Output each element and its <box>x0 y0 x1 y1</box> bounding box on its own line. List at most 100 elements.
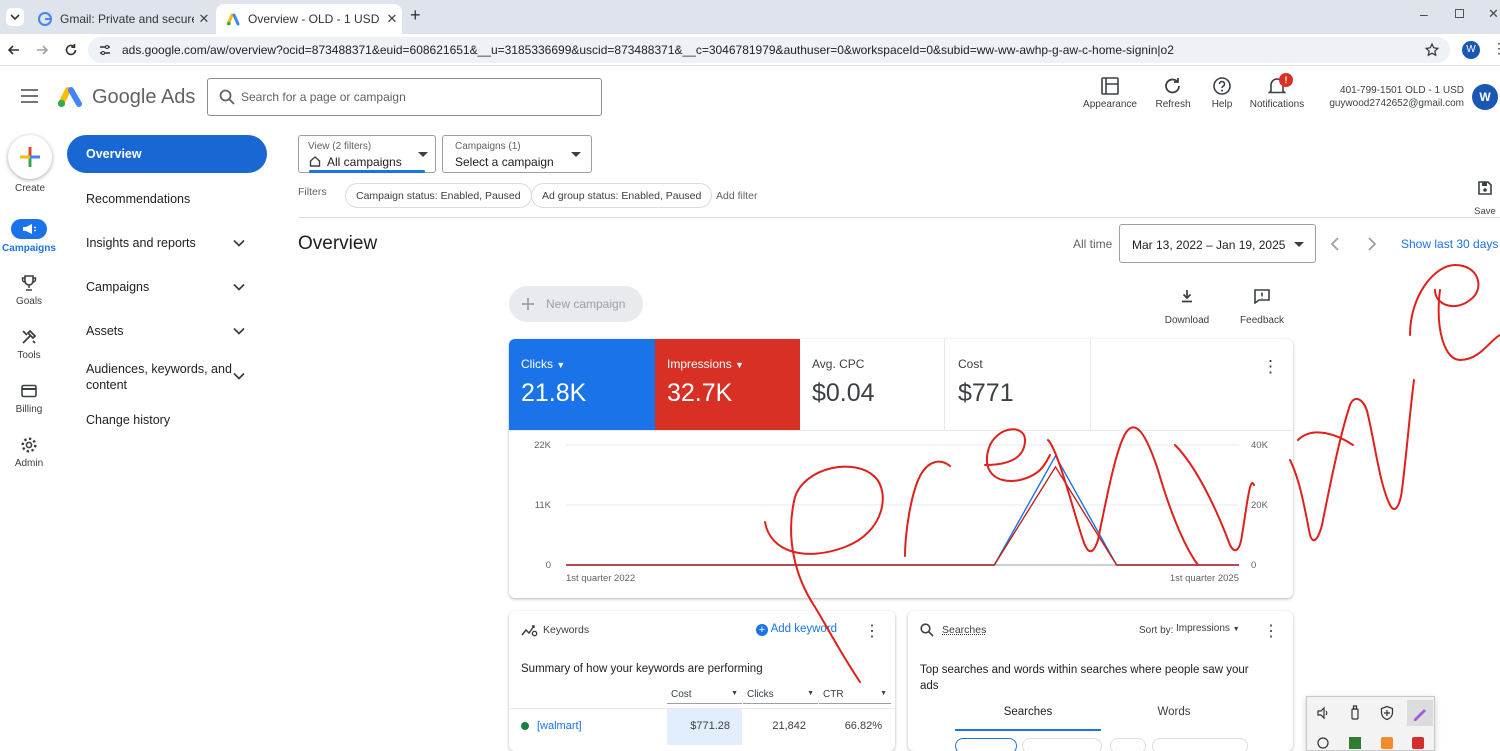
search-input[interactable]: Search for a page or campaign <box>207 78 602 116</box>
metric-avg-cpc[interactable]: Avg. CPC $0.04 <box>800 339 945 430</box>
date-range-picker[interactable]: Mar 13, 2022 – Jan 19, 2025 <box>1119 224 1316 263</box>
chevron-down-icon[interactable] <box>232 236 246 250</box>
column-header-clicks[interactable]: Clicks ▼ <box>743 682 818 704</box>
forward-icon[interactable] <box>34 42 50 58</box>
dropdown-arrow-icon[interactable]: ▼ <box>735 360 744 370</box>
tray-app-icon[interactable] <box>1349 737 1361 749</box>
nav-recommendations[interactable]: Recommendations <box>86 192 190 206</box>
chevron-down-icon[interactable] <box>232 369 246 383</box>
new-tab-button[interactable]: + <box>410 5 421 26</box>
filter-pill[interactable] <box>1152 738 1248 751</box>
column-header-ctr[interactable]: CTR ▼ <box>819 682 891 704</box>
rail-tools[interactable]: Tools <box>0 328 58 361</box>
restore-window-icon[interactable] <box>1455 9 1464 18</box>
security-shield-icon[interactable] <box>1379 705 1395 721</box>
download-button[interactable]: Download <box>1160 288 1214 328</box>
column-header-cost[interactable]: Cost ▼ <box>667 682 742 704</box>
metric-cost[interactable]: Cost $771 <box>946 339 1091 430</box>
chevron-down-icon[interactable] <box>232 280 246 294</box>
close-window-icon[interactable]: ✕ <box>1488 6 1499 22</box>
sort-by-dropdown[interactable]: Impressions ▼ <box>1176 623 1240 634</box>
minimize-window-icon[interactable]: – <box>1420 6 1428 22</box>
help-button[interactable]: Help <box>1205 77 1239 110</box>
new-campaign-button[interactable]: New campaign <box>509 286 643 322</box>
filter-pill[interactable] <box>955 738 1017 751</box>
add-keyword-button[interactable]: + Add keyword <box>756 623 837 636</box>
searches-more-options-icon[interactable]: ⋮ <box>1263 621 1279 641</box>
account-name: 401-799-1501 OLD - 1 USD <box>1340 85 1464 96</box>
campaign-selector-dropdown[interactable]: Campaigns (1) Select a campaign <box>442 135 592 173</box>
tray-app-icon[interactable] <box>1412 737 1424 749</box>
filter-chip-ad-group-status[interactable]: Ad group status: Enabled, Paused <box>531 183 713 208</box>
nav-assets[interactable]: Assets <box>86 324 124 338</box>
back-icon[interactable] <box>6 42 22 58</box>
tray-app-icon[interactable] <box>1381 737 1393 749</box>
chevron-left-icon[interactable] <box>1328 236 1342 252</box>
address-bar[interactable]: ads.google.com/aw/overview?ocid=87348837… <box>88 37 1450 63</box>
network-icon[interactable] <box>1317 737 1329 749</box>
pen-tray-item[interactable] <box>1407 700 1433 726</box>
nav-insights-and-reports[interactable]: Insights and reports <box>86 236 196 250</box>
nav-campaigns[interactable]: Campaigns <box>86 280 149 294</box>
series-line-impressions <box>566 465 1239 566</box>
chart-more-options-icon[interactable]: ⋮ <box>1262 357 1279 377</box>
dropdown-arrow-icon: ▼ <box>807 690 814 697</box>
performance-line-chart: 0 0 11K 20K 22K 40K 1st quarter 2022 1st quarte… <box>534 440 1269 584</box>
browser-profile-avatar[interactable]: W <box>1462 41 1480 59</box>
bookmark-star-icon[interactable] <box>1424 42 1440 58</box>
rail-goals[interactable]: Goals <box>0 274 58 307</box>
refresh-button[interactable]: Refresh <box>1150 77 1196 110</box>
account-info[interactable]: 401-799-1501 OLD - 1 USD guywood2742652@… <box>1318 84 1464 110</box>
speaker-icon[interactable] <box>1316 706 1330 720</box>
site-settings-icon[interactable] <box>98 43 112 57</box>
searches-summary-line1: Top searches and words within searches w… <box>920 664 1249 676</box>
chevron-right-icon[interactable] <box>1365 236 1379 252</box>
google-ads-logo-icon <box>57 87 82 108</box>
appearance-button[interactable]: Appearance <box>1080 77 1140 110</box>
show-last-30-days-button[interactable]: Show last 30 days <box>1401 237 1498 251</box>
dropdown-arrow-icon <box>418 152 428 157</box>
metric-clicks[interactable]: Clicks ▼ 21.8K <box>509 339 655 430</box>
browser-tab-google-ads[interactable]: Overview - OLD - 1 USD - Google Ads ✕ <box>216 4 402 34</box>
filter-pill[interactable] <box>1022 738 1102 751</box>
close-tab-icon[interactable]: ✕ <box>382 11 402 27</box>
column-header-label: CTR <box>823 689 844 700</box>
close-tab-icon[interactable]: ✕ <box>194 11 214 27</box>
save-button[interactable]: Save <box>1470 180 1500 219</box>
view-filter-dropdown[interactable]: View (2 filters) All campaigns <box>298 135 436 173</box>
cost-cell: $771.28 <box>667 709 742 745</box>
nav-change-history[interactable]: Change history <box>86 413 170 427</box>
nav-audiences-keywords-content[interactable]: Audiences, keywords, and content <box>86 361 232 393</box>
rail-campaigns[interactable]: Campaigns <box>0 219 58 254</box>
keywords-card-title: Keywords <box>543 624 590 636</box>
filter-pill[interactable] <box>1110 738 1146 751</box>
rail-admin[interactable]: Admin <box>0 436 58 469</box>
feedback-icon <box>1254 289 1270 304</box>
feedback-button[interactable]: Feedback <box>1237 288 1287 328</box>
metric-impressions[interactable]: Impressions ▼ 32.7K <box>655 339 800 430</box>
searches-card-title[interactable]: Searches <box>942 624 986 636</box>
keywords-more-options-icon[interactable]: ⋮ <box>864 621 880 641</box>
filter-chip-campaign-status[interactable]: Campaign status: Enabled, Paused <box>345 183 532 208</box>
main-menu-icon[interactable] <box>21 89 39 103</box>
usb-device-icon[interactable] <box>1348 705 1362 721</box>
nav-overview[interactable]: Overview <box>67 135 267 173</box>
rail-goals-label: Goals <box>15 296 43 307</box>
add-filter-button[interactable]: Add filter <box>716 190 757 202</box>
reload-icon[interactable] <box>63 42 79 58</box>
browser-menu-icon[interactable]: ⋮ <box>1492 40 1500 57</box>
account-avatar[interactable]: W <box>1472 84 1498 110</box>
rail-admin-label: Admin <box>14 458 44 469</box>
tab-searches[interactable]: Searches <box>955 703 1101 731</box>
keyword-link[interactable]: [walmart] <box>537 720 582 732</box>
dropdown-arrow-icon[interactable]: ▼ <box>556 360 565 370</box>
browser-tab-gmail[interactable]: Gmail: Private and secure email ✕ <box>28 4 214 34</box>
tab-words[interactable]: Words <box>1101 703 1247 731</box>
rail-billing[interactable]: Billing <box>0 382 58 415</box>
campaigns-icon <box>11 219 47 239</box>
tab-search-button[interactable] <box>6 8 24 26</box>
chevron-down-icon[interactable] <box>232 324 246 338</box>
notifications-button[interactable]: Notifications <box>1245 77 1309 110</box>
create-button[interactable] <box>8 135 52 179</box>
y-right-tick-label: 40K <box>1251 440 1269 451</box>
